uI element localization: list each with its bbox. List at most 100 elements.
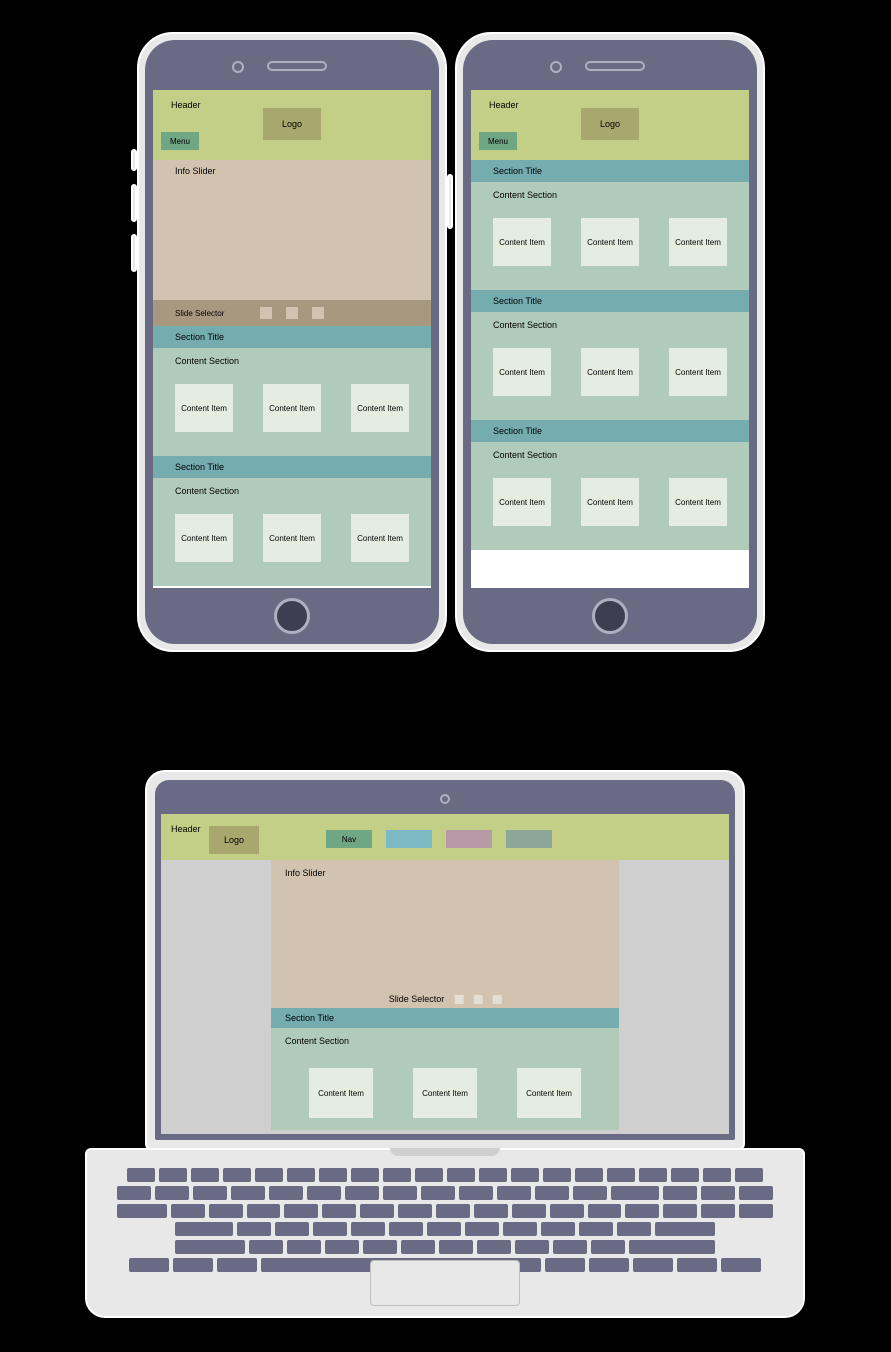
key — [625, 1204, 659, 1218]
laptop-screen: Header Logo Nav Info Slider Slide Select… — [161, 814, 729, 1134]
key — [701, 1186, 735, 1200]
content-section-label: Content Section — [175, 356, 409, 366]
content-item[interactable]: Content Item — [413, 1068, 477, 1118]
key — [677, 1258, 717, 1272]
menu-button[interactable]: Menu — [161, 132, 199, 150]
section-title-label: Section Title — [493, 296, 542, 306]
section-title-label: Section Title — [175, 462, 224, 472]
content-item[interactable]: Content Item — [669, 348, 727, 396]
key — [360, 1204, 394, 1218]
menu-button[interactable]: Menu — [479, 132, 517, 150]
slide-dot[interactable] — [286, 307, 298, 319]
key — [175, 1240, 245, 1254]
content-item[interactable]: Content Item — [669, 478, 727, 526]
slide-dot[interactable] — [454, 995, 463, 1004]
key — [155, 1186, 189, 1200]
key — [739, 1186, 773, 1200]
content-item[interactable]: Content Item — [351, 514, 409, 562]
key — [345, 1186, 379, 1200]
key — [545, 1258, 585, 1272]
key — [415, 1168, 443, 1182]
slide-selector-block[interactable]: Slide Selector — [153, 300, 431, 326]
trackpad[interactable] — [370, 1260, 520, 1306]
header-block: Header Logo Menu — [153, 90, 431, 160]
key — [633, 1258, 673, 1272]
content-items-row: Content Item Content Item Content Item — [175, 514, 409, 580]
logo-block[interactable]: Logo — [263, 108, 321, 140]
camera-icon — [232, 61, 244, 73]
content-item[interactable]: Content Item — [175, 384, 233, 432]
content-item[interactable]: Content Item — [581, 348, 639, 396]
content-item[interactable]: Content Item — [669, 218, 727, 266]
laptop-lid: Header Logo Nav Info Slider Slide Select… — [145, 770, 745, 1150]
key — [351, 1222, 385, 1236]
key — [193, 1186, 227, 1200]
content-item[interactable]: Content Item — [351, 384, 409, 432]
content-section-block: Content Section Content Item Content Ite… — [471, 442, 749, 550]
key — [117, 1186, 151, 1200]
phone-device-left: Header Logo Menu Info Slider Slide Selec… — [137, 32, 447, 652]
section-title-block: Section Title — [471, 420, 749, 442]
nav-item[interactable]: Nav — [326, 830, 372, 848]
info-slider-block[interactable]: Info Slider — [153, 160, 431, 300]
slide-selector-block[interactable]: Slide Selector — [389, 994, 502, 1004]
key — [474, 1204, 508, 1218]
slide-dots — [260, 307, 324, 319]
key — [512, 1204, 546, 1218]
key — [663, 1186, 697, 1200]
slide-dot[interactable] — [260, 307, 272, 319]
key — [383, 1168, 411, 1182]
key — [255, 1168, 283, 1182]
phone-screen-right: Header Logo Menu Section Title Content S… — [471, 90, 749, 588]
key — [479, 1168, 507, 1182]
content-item[interactable]: Content Item — [493, 478, 551, 526]
phone-side-button — [447, 174, 453, 229]
content-item[interactable]: Content Item — [517, 1068, 581, 1118]
slide-dot[interactable] — [492, 995, 501, 1004]
phone-bezel: Header Logo Menu Info Slider Slide Selec… — [145, 40, 439, 644]
content-section-block: Content Section Content Item Content Ite… — [471, 182, 749, 290]
slide-dot[interactable] — [473, 995, 482, 1004]
content-item[interactable]: Content Item — [581, 478, 639, 526]
content-item[interactable]: Content Item — [309, 1068, 373, 1118]
key — [465, 1222, 499, 1236]
key — [427, 1222, 461, 1236]
slide-dot[interactable] — [312, 307, 324, 319]
nav-item[interactable] — [386, 830, 432, 848]
home-button[interactable] — [592, 598, 628, 634]
content-items-row: Content Item Content Item Content Item — [175, 384, 409, 450]
key — [363, 1240, 397, 1254]
speaker-icon — [585, 61, 645, 71]
logo-block[interactable]: Logo — [209, 826, 259, 854]
key — [275, 1222, 309, 1236]
key — [579, 1222, 613, 1236]
laptop-main-column: Info Slider Slide Selector Section Title… — [271, 860, 619, 1130]
content-item[interactable]: Content Item — [263, 384, 321, 432]
content-item[interactable]: Content Item — [493, 218, 551, 266]
section-title-label: Section Title — [285, 1013, 334, 1023]
info-slider-label: Info Slider — [175, 166, 216, 176]
key — [117, 1204, 167, 1218]
nav-item[interactable] — [506, 830, 552, 848]
content-item[interactable]: Content Item — [175, 514, 233, 562]
content-section-block: Content Section Content Item Content Ite… — [153, 478, 431, 586]
content-item[interactable]: Content Item — [263, 514, 321, 562]
header-block: Header Logo Menu — [471, 90, 749, 160]
nav-item[interactable] — [446, 830, 492, 848]
info-slider-block[interactable]: Info Slider Slide Selector — [271, 860, 619, 1008]
key — [129, 1258, 169, 1272]
key — [739, 1204, 773, 1218]
content-section-block: Content Section Content Item Content Ite… — [471, 312, 749, 420]
nav-row: Nav — [326, 830, 552, 848]
logo-block[interactable]: Logo — [581, 108, 639, 140]
key — [477, 1240, 511, 1254]
content-section-block: Content Section Content Item Content Ite… — [271, 1028, 619, 1130]
laptop-device: Header Logo Nav Info Slider Slide Select… — [85, 770, 805, 1318]
home-button[interactable] — [274, 598, 310, 634]
key — [173, 1258, 213, 1272]
key — [247, 1204, 281, 1218]
content-items-row: Content Item Content Item Content Item — [493, 478, 727, 544]
content-item[interactable]: Content Item — [493, 348, 551, 396]
key — [701, 1204, 735, 1218]
content-item[interactable]: Content Item — [581, 218, 639, 266]
